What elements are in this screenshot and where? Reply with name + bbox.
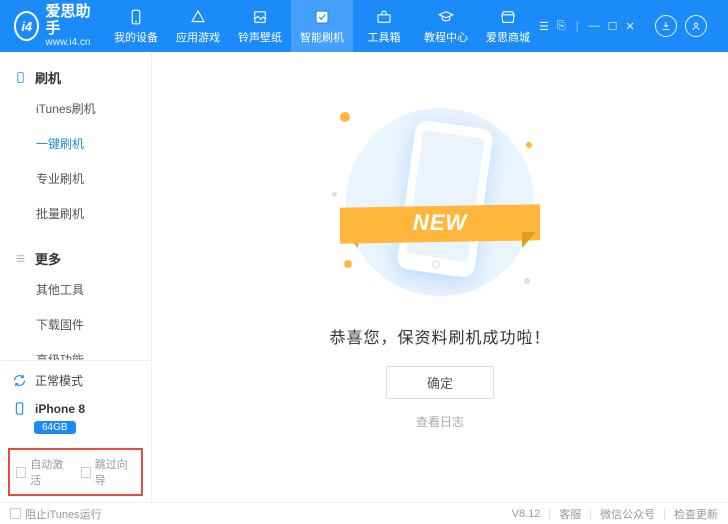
sidebar-item-batch-flash[interactable]: 批量刷机 — [0, 196, 151, 231]
nav-label: 应用游戏 — [176, 29, 220, 45]
toolbox-icon — [375, 8, 393, 26]
flash-icon — [313, 8, 331, 26]
sidebar-section-more: 更多 其他工具 下载固件 高级功能 — [0, 245, 151, 360]
phone-icon — [127, 8, 145, 26]
checkbox-icon — [81, 467, 91, 478]
nav-ringtones[interactable]: 铃声壁纸 — [229, 0, 291, 52]
checkbox-label: 自动激活 — [30, 456, 70, 488]
wechat-link[interactable]: 微信公众号 — [600, 506, 655, 522]
nav-label: 工具箱 — [368, 29, 401, 45]
refresh-icon — [12, 373, 27, 388]
list-icon — [14, 252, 27, 265]
ok-button[interactable]: 确定 — [386, 366, 494, 399]
status-device-label: iPhone 8 — [35, 402, 85, 416]
sidebar-head-label: 更多 — [35, 249, 61, 268]
maximize-button[interactable]: ☐ — [608, 20, 618, 33]
sidebar-status: 正常模式 iPhone 8 64GB — [0, 360, 151, 442]
app-body: 刷机 iTunes刷机 一键刷机 专业刷机 批量刷机 更多 其他工具 下载固件 … — [0, 52, 728, 502]
sidebar-item-itunes-flash[interactable]: iTunes刷机 — [0, 91, 151, 126]
nav-label: 铃声壁纸 — [238, 29, 282, 45]
sidebar-checks-highlighted: 自动激活 跳过向导 — [8, 448, 143, 496]
lock-icon[interactable]: ⎘ — [557, 20, 566, 33]
nav-mall[interactable]: 爱思商城 — [477, 0, 539, 52]
wallpaper-icon — [251, 8, 269, 26]
nav-label: 智能刷机 — [300, 29, 344, 45]
nav-my-device[interactable]: 我的设备 — [105, 0, 167, 52]
nav-tutorials[interactable]: 教程中心 — [415, 0, 477, 52]
brand-url: www.i4.cn — [45, 37, 95, 48]
sidebar-item-advanced[interactable]: 高级功能 — [0, 342, 151, 360]
brand-name: 爱思助手 — [45, 4, 95, 37]
main-content: NEW 恭喜您，保资料刷机成功啦！ 确定 查看日志 — [152, 52, 728, 502]
sidebar-item-other-tools[interactable]: 其他工具 — [0, 272, 151, 307]
status-device[interactable]: iPhone 8 — [12, 398, 139, 419]
nav-toolbox[interactable]: 工具箱 — [353, 0, 415, 52]
nav-label: 我的设备 — [114, 29, 158, 45]
sidebar: 刷机 iTunes刷机 一键刷机 专业刷机 批量刷机 更多 其他工具 下载固件 … — [0, 52, 152, 502]
nav-label: 爱思商城 — [486, 29, 530, 45]
sidebar-section-flash: 刷机 iTunes刷机 一键刷机 专业刷机 批量刷机 — [0, 64, 151, 231]
apps-icon — [189, 8, 207, 26]
phone-tiny-icon — [12, 401, 27, 416]
phone-small-icon — [14, 71, 27, 84]
version-label: V8.12 — [512, 508, 541, 520]
window-controls: ☰ ⎘ | — ☐ ✕ — [539, 20, 641, 33]
view-log-link[interactable]: 查看日志 — [416, 413, 464, 430]
nav-apps-games[interactable]: 应用游戏 — [167, 0, 229, 52]
close-button[interactable]: ✕ — [625, 20, 634, 33]
menu-icon[interactable]: ☰ — [539, 20, 549, 33]
checkbox-icon — [10, 508, 21, 519]
logo-ring-icon: i4 — [14, 11, 39, 41]
graduation-icon — [437, 8, 455, 26]
user-button[interactable] — [685, 15, 707, 37]
top-nav: 我的设备 应用游戏 铃声壁纸 智能刷机 工具箱 教程中心 爱思商城 — [105, 0, 539, 52]
app-header: i4 爱思助手 www.i4.cn 我的设备 应用游戏 铃声壁纸 智能刷机 工具… — [0, 0, 728, 52]
store-icon — [499, 8, 517, 26]
app-logo: i4 爱思助手 www.i4.cn — [8, 4, 105, 48]
ribbon-text: NEW — [340, 210, 540, 236]
success-illustration: NEW — [330, 102, 550, 302]
check-update-link[interactable]: 检查更新 — [674, 506, 718, 522]
new-ribbon: NEW — [340, 200, 540, 248]
support-link[interactable]: 客服 — [559, 506, 581, 522]
sidebar-head-more[interactable]: 更多 — [0, 245, 151, 272]
footer: 阻止iTunes运行 V8.12 | 客服 | 微信公众号 | 检查更新 — [0, 502, 728, 524]
status-mode-label: 正常模式 — [35, 372, 83, 389]
minimize-button[interactable]: — — [589, 20, 600, 33]
nav-label: 教程中心 — [424, 29, 468, 45]
sidebar-item-pro-flash[interactable]: 专业刷机 — [0, 161, 151, 196]
checkbox-auto-activate[interactable]: 自动激活 — [16, 456, 71, 488]
capacity-badge: 64GB — [34, 421, 76, 434]
success-message: 恭喜您，保资料刷机成功啦！ — [329, 324, 550, 348]
checkbox-skip-wizard[interactable]: 跳过向导 — [81, 456, 136, 488]
checkbox-icon — [16, 467, 26, 478]
sidebar-head-flash[interactable]: 刷机 — [0, 64, 151, 91]
nav-flash[interactable]: 智能刷机 — [291, 0, 353, 52]
checkbox-prevent-itunes[interactable]: 阻止iTunes运行 — [10, 506, 102, 522]
sidebar-head-label: 刷机 — [35, 68, 61, 87]
download-button[interactable] — [655, 15, 677, 37]
checkbox-label: 跳过向导 — [95, 456, 135, 488]
sidebar-item-oneclick-flash[interactable]: 一键刷机 — [0, 126, 151, 161]
sidebar-item-download-firmware[interactable]: 下载固件 — [0, 307, 151, 342]
user-icons — [641, 15, 721, 37]
status-mode[interactable]: 正常模式 — [12, 369, 139, 392]
checkbox-label: 阻止iTunes运行 — [25, 506, 102, 522]
